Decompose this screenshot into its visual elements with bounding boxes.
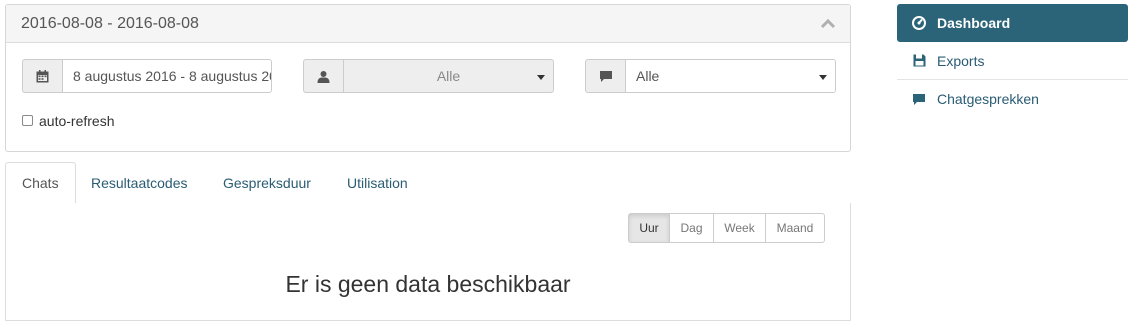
comment-icon xyxy=(911,91,927,107)
period-button-group: Uur Dag Week Maand xyxy=(628,213,825,243)
channel-select-group: Alle xyxy=(585,59,836,93)
sidebar-item-exports[interactable]: Exports xyxy=(897,42,1128,80)
tab-label: Gespreksduur xyxy=(223,175,311,191)
tab-utilisation[interactable]: Utilisation xyxy=(331,162,424,204)
tab-bar: Chats Resultaatcodes Gespreksduur Utilis… xyxy=(5,162,851,204)
sidebar-item-chatgesprekken[interactable]: Chatgesprekken xyxy=(897,80,1128,118)
caret-down-icon xyxy=(537,75,545,80)
period-button-dag[interactable]: Dag xyxy=(669,213,714,243)
caret-down-icon xyxy=(819,75,827,80)
sidebar-item-dashboard[interactable]: Dashboard xyxy=(897,4,1128,42)
auto-refresh-label[interactable]: auto-refresh xyxy=(39,113,114,129)
period-button-uur[interactable]: Uur xyxy=(628,213,670,243)
tab-resultaatcodes[interactable]: Resultaatcodes xyxy=(75,162,204,204)
date-range-group: 8 augustus 2016 - 8 augustus 2016 xyxy=(22,59,272,93)
sidebar-item-label: Chatgesprekken xyxy=(937,91,1039,107)
filter-panel-title: 2016-08-08 - 2016-08-08 xyxy=(21,15,199,32)
agent-select-value: Alle xyxy=(436,68,461,84)
sidebar-item-label: Exports xyxy=(937,52,985,69)
tab-gespreksduur[interactable]: Gespreksduur xyxy=(207,162,327,204)
chevron-up-icon[interactable] xyxy=(820,17,836,29)
channel-select-value: Alle xyxy=(636,68,660,84)
date-range-input[interactable]: 8 augustus 2016 - 8 augustus 2016 xyxy=(62,59,272,93)
auto-refresh-row: auto-refresh xyxy=(22,113,114,129)
filter-panel-heading[interactable]: 2016-08-08 - 2016-08-08 xyxy=(6,5,850,43)
agent-select-group: Alle xyxy=(303,59,554,93)
floppy-disk-icon xyxy=(911,53,927,69)
channel-select[interactable]: Alle xyxy=(625,59,836,93)
user-icon xyxy=(303,59,343,93)
calendar-icon[interactable] xyxy=(22,59,62,93)
tab-label: Utilisation xyxy=(347,175,408,191)
tab-chats[interactable]: Chats xyxy=(5,162,76,204)
dashboard-icon xyxy=(911,15,927,31)
sidebar-item-label: Dashboard xyxy=(937,15,1011,31)
no-data-message: Er is geen data beschikbaar xyxy=(285,271,571,297)
tab-content-chats: Uur Dag Week Maand Er is geen data besch… xyxy=(5,203,851,321)
comment-icon xyxy=(585,59,625,93)
auto-refresh-checkbox[interactable] xyxy=(22,114,33,126)
period-button-week[interactable]: Week xyxy=(713,213,766,243)
sidebar-nav: Dashboard Exports Chatgesprekken xyxy=(897,4,1128,118)
tab-label: Resultaatcodes xyxy=(91,175,188,191)
filter-panel: 2016-08-08 - 2016-08-08 8 augustus 2016 … xyxy=(5,4,851,152)
agent-select[interactable]: Alle xyxy=(343,59,554,93)
period-button-maand[interactable]: Maand xyxy=(765,213,825,243)
tab-label: Chats xyxy=(22,175,59,191)
